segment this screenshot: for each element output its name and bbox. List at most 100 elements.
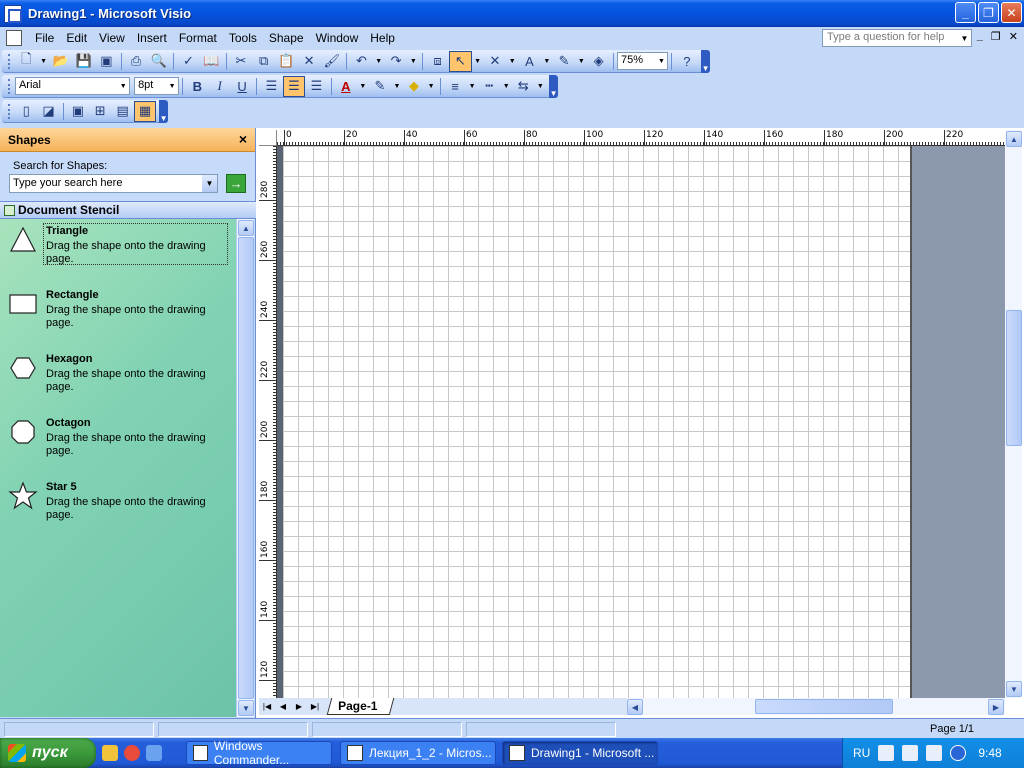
taskbar-item-windows-commander[interactable]: Windows Commander... <box>186 739 332 767</box>
menu-view[interactable]: View <box>94 31 132 45</box>
help-dropdown-icon[interactable]: ▼ <box>958 30 971 46</box>
line-weight-dropdown-icon[interactable]: ▼ <box>466 76 478 97</box>
stamp-tool-icon[interactable]: ◈ <box>587 51 610 72</box>
align-left-icon[interactable]: ☰ <box>260 76 282 97</box>
scroll-up-icon[interactable]: ▲ <box>1006 131 1022 147</box>
font-dropdown-icon[interactable]: ▼ <box>117 78 129 94</box>
scroll-right-icon[interactable]: ▶ <box>988 699 1004 715</box>
page-tab-1[interactable]: Page-1 <box>326 698 395 715</box>
toolbar-options-icon[interactable]: ▼ <box>159 99 168 123</box>
master-star-5[interactable]: Star 5 Drag the shape onto the drawing p… <box>0 475 236 535</box>
scroll-thumb[interactable] <box>755 699 893 714</box>
align-right-icon[interactable]: ☰ <box>305 76 327 97</box>
back-icon[interactable] <box>950 745 967 761</box>
taskbar-item-word[interactable]: Лекция_1_2 - Micros... <box>340 741 496 765</box>
save-icon[interactable]: 💾 <box>72 51 95 72</box>
search-dropdown-icon[interactable]: ▼ <box>202 175 217 192</box>
zoom-dropdown-icon[interactable]: ▼ <box>655 53 667 69</box>
list-icon[interactable]: ▤ <box>111 101 133 122</box>
toolbar-options-icon[interactable]: ▼ <box>549 74 558 98</box>
help-icon[interactable]: ? <box>675 51 698 72</box>
scroll-left-icon[interactable]: ◀ <box>627 699 643 715</box>
doc-minimize-icon[interactable]: _ <box>977 30 983 43</box>
master-triangle[interactable]: Triangle Drag the shape onto the drawing… <box>0 219 236 279</box>
pointer-tool-icon[interactable]: ↖ <box>448 50 472 72</box>
new-icon[interactable]: 🗋 <box>15 51 38 72</box>
cut-icon[interactable]: ✂ <box>230 51 253 72</box>
menu-tools[interactable]: Tools <box>224 31 264 45</box>
line-color-dropdown-icon[interactable]: ▼ <box>391 76 403 97</box>
document-icon[interactable] <box>6 30 22 46</box>
menu-file[interactable]: File <box>30 31 61 45</box>
shapes-window-toggle-icon[interactable]: ▦ <box>133 100 157 122</box>
visio-app-icon[interactable] <box>4 4 22 23</box>
drawing-page[interactable] <box>283 146 912 698</box>
connector-tool-icon[interactable]: ✕ <box>484 51 507 72</box>
page-shape-icon[interactable]: ◪ <box>37 101 59 122</box>
line-ends-dropdown-icon[interactable]: ▼ <box>535 76 547 97</box>
fill-color-dropdown-icon[interactable]: ▼ <box>425 76 437 97</box>
quicklaunch-media-icon[interactable] <box>124 745 140 761</box>
scroll-thumb[interactable] <box>1006 310 1022 446</box>
master-octagon[interactable]: Octagon Drag the shape onto the drawing … <box>0 411 236 471</box>
menu-window[interactable]: Window <box>311 31 366 45</box>
grid-icon[interactable]: ⊞ <box>89 101 111 122</box>
permission-icon[interactable]: ▣ <box>95 51 118 72</box>
help-tray-icon[interactable] <box>902 745 919 761</box>
help-question-input[interactable]: Type a question for help ▼ <box>822 29 972 47</box>
canvas-vertical-scrollbar[interactable]: ▲ ▼ <box>1005 130 1022 698</box>
next-page-icon[interactable]: ▶ <box>291 702 307 711</box>
undo-icon[interactable]: ↶ <box>350 51 373 72</box>
redo-dropdown-icon[interactable]: ▼ <box>407 51 419 72</box>
last-page-icon[interactable]: ▶| <box>307 702 323 711</box>
drawing-canvas[interactable] <box>277 146 1005 698</box>
network-icon[interactable] <box>878 745 895 761</box>
search-shapes-input[interactable]: Type your search here ▼ <box>9 174 218 193</box>
master-hexagon[interactable]: Hexagon Drag the shape onto the drawing … <box>0 347 236 407</box>
underline-button[interactable]: U <box>231 76 253 97</box>
language-indicator[interactable]: RU <box>853 746 870 760</box>
scroll-down-icon[interactable]: ▼ <box>238 700 254 716</box>
copy-icon[interactable]: ⧉ <box>252 51 275 72</box>
research-icon[interactable]: 📖 <box>200 51 223 72</box>
font-size-dropdown-icon[interactable]: ▼ <box>166 78 178 94</box>
delete-icon[interactable]: ✕ <box>298 51 321 72</box>
first-page-icon[interactable]: |◀ <box>259 702 275 711</box>
shapes-pane-close-icon[interactable]: × <box>239 131 247 147</box>
stencil-scrollbar[interactable]: ▲ ▼ <box>236 219 254 717</box>
layer-icon[interactable]: ▣ <box>67 101 89 122</box>
toolbar-options-icon[interactable]: ▼ <box>701 49 711 73</box>
prev-page-icon[interactable]: ◀ <box>275 702 291 711</box>
maximize-button[interactable]: ❐ <box>978 2 999 23</box>
font-color-icon[interactable]: A <box>335 76 357 97</box>
search-go-button[interactable]: → <box>226 174 246 193</box>
scroll-up-icon[interactable]: ▲ <box>238 220 254 236</box>
print-icon[interactable]: ⎙ <box>125 51 148 72</box>
quicklaunch-browser-icon[interactable] <box>146 745 162 761</box>
paste-icon[interactable]: 📋 <box>275 51 298 72</box>
spelling-icon[interactable]: ✓ <box>177 51 200 72</box>
canvas-horizontal-scrollbar[interactable]: ◀ ▶ <box>627 698 1005 715</box>
master-rectangle[interactable]: Rectangle Drag the shape onto the drawin… <box>0 283 236 343</box>
text-tool-icon[interactable]: A <box>518 51 541 72</box>
italic-button[interactable]: I <box>208 76 230 97</box>
menu-shape[interactable]: Shape <box>264 31 311 45</box>
line-color-icon[interactable]: ✎ <box>369 76 391 97</box>
undo-dropdown-icon[interactable]: ▼ <box>373 51 385 72</box>
shapes-window-icon[interactable]: ⧈ <box>426 51 449 72</box>
format-painter-icon[interactable]: 🖌 <box>320 51 343 72</box>
connector-dropdown-icon[interactable]: ▼ <box>506 51 518 72</box>
line-pattern-icon[interactable]: ┅ <box>478 76 500 97</box>
zoom-select[interactable]: 75% ▼ <box>617 52 669 70</box>
doc-close-icon[interactable]: ✕ <box>1009 30 1018 43</box>
font-select[interactable]: Arial ▼ <box>14 77 131 95</box>
line-weight-icon[interactable]: ≡ <box>444 76 466 97</box>
fill-color-icon[interactable]: ◆ <box>403 76 425 97</box>
pointer-dropdown-icon[interactable]: ▼ <box>472 51 484 72</box>
font-color-dropdown-icon[interactable]: ▼ <box>357 76 369 97</box>
start-button[interactable]: пуск <box>0 738 96 768</box>
bold-button[interactable]: B <box>186 76 208 97</box>
taskbar-item-visio[interactable]: Drawing1 - Microsoft ... <box>502 741 658 765</box>
menu-help[interactable]: Help <box>365 31 402 45</box>
align-center-icon[interactable]: ☰ <box>282 75 306 97</box>
